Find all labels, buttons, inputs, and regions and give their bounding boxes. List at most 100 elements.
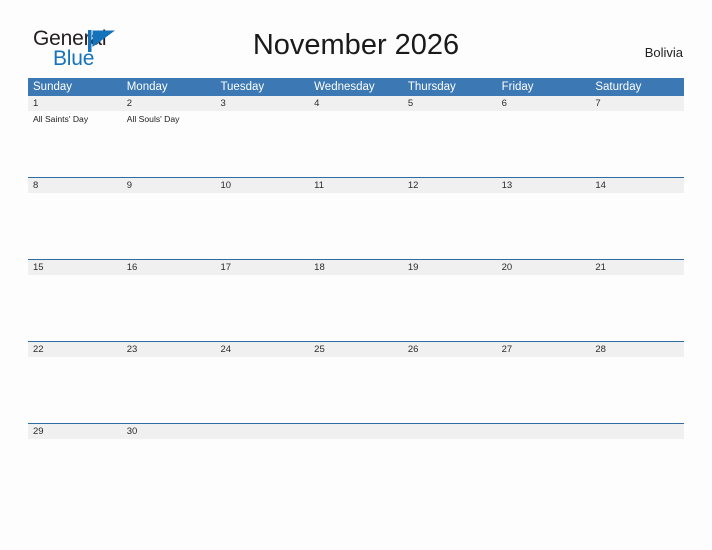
day-number[interactable]: 1 bbox=[28, 96, 122, 111]
page-header: General Blue November 2026 Bolivia bbox=[0, 0, 712, 69]
day-cell[interactable] bbox=[403, 111, 497, 177]
day-cell[interactable] bbox=[122, 357, 216, 423]
day-number[interactable]: 2 bbox=[122, 96, 216, 111]
day-cell[interactable] bbox=[309, 357, 403, 423]
day-number[interactable]: 27 bbox=[497, 342, 591, 357]
week-event-strip: All Saints' Day All Souls' Day bbox=[28, 111, 684, 177]
page-title: November 2026 bbox=[252, 29, 460, 61]
day-number[interactable]: 30 bbox=[122, 424, 216, 439]
day-cell[interactable] bbox=[28, 439, 122, 461]
day-number[interactable]: 6 bbox=[497, 96, 591, 111]
calendar-page: General Blue November 2026 Bolivia Sunda… bbox=[0, 0, 712, 550]
day-number[interactable]: 19 bbox=[403, 260, 497, 275]
day-cell[interactable] bbox=[590, 193, 684, 259]
day-number[interactable]: 3 bbox=[215, 96, 309, 111]
week-date-strip: 29 30 bbox=[28, 423, 684, 439]
weekday-header-saturday: Saturday bbox=[595, 81, 642, 93]
calendar-grid: Sunday Monday Tuesday Wednesday Thursday Frid… bbox=[28, 78, 684, 461]
day-cell[interactable] bbox=[309, 111, 403, 177]
day-number[interactable]: 13 bbox=[497, 178, 591, 193]
day-number[interactable]: 16 bbox=[122, 260, 216, 275]
day-cell[interactable] bbox=[403, 439, 497, 461]
weekday-header-sunday: Sunday bbox=[33, 81, 73, 93]
day-number[interactable]: 7 bbox=[590, 96, 684, 111]
day-number-empty bbox=[309, 424, 403, 439]
day-cell[interactable] bbox=[122, 193, 216, 259]
calendar-weeks: 1 2 3 4 5 6 7 All Saints' Day All Souls' Day 8 9 10… bbox=[28, 96, 684, 461]
day-number[interactable]: 17 bbox=[215, 260, 309, 275]
weekday-header-thursday: Thursday bbox=[407, 81, 456, 93]
weekday-header-tuesday: Tuesday bbox=[220, 81, 265, 93]
calendar-week-row: 8 9 10 11 12 13 14 bbox=[28, 177, 684, 259]
region-label: Bolivia bbox=[644, 45, 683, 60]
day-number[interactable]: 23 bbox=[122, 342, 216, 357]
day-number[interactable]: 14 bbox=[590, 178, 684, 193]
day-number[interactable]: 21 bbox=[590, 260, 684, 275]
day-cell[interactable] bbox=[497, 439, 591, 461]
calendar-week-row: 29 30 bbox=[28, 423, 684, 461]
week-event-strip bbox=[28, 357, 684, 423]
day-number[interactable]: 24 bbox=[215, 342, 309, 357]
day-number[interactable]: 4 bbox=[309, 96, 403, 111]
day-number[interactable]: 15 bbox=[28, 260, 122, 275]
week-event-strip bbox=[28, 193, 684, 259]
week-date-strip: 8 9 10 11 12 13 14 bbox=[28, 177, 684, 193]
calendar-week-row: 15 16 17 18 19 20 21 bbox=[28, 259, 684, 341]
week-event-strip bbox=[28, 275, 684, 341]
day-cell[interactable]: All Souls' Day bbox=[122, 111, 216, 177]
day-number[interactable]: 12 bbox=[403, 178, 497, 193]
day-number[interactable]: 10 bbox=[215, 178, 309, 193]
day-cell[interactable] bbox=[590, 111, 684, 177]
day-cell[interactable] bbox=[403, 193, 497, 259]
day-cell[interactable] bbox=[28, 193, 122, 259]
day-cell[interactable] bbox=[122, 439, 216, 461]
holiday-label: All Saints' Day bbox=[33, 114, 89, 124]
day-cell[interactable] bbox=[215, 111, 309, 177]
day-cell[interactable]: All Saints' Day bbox=[28, 111, 122, 177]
day-number[interactable]: 25 bbox=[309, 342, 403, 357]
day-cell[interactable] bbox=[28, 357, 122, 423]
day-cell[interactable] bbox=[215, 275, 309, 341]
day-cell[interactable] bbox=[590, 439, 684, 461]
day-number[interactable]: 9 bbox=[122, 178, 216, 193]
weekday-header-monday: Monday bbox=[126, 81, 168, 93]
day-cell[interactable] bbox=[215, 439, 309, 461]
day-cell[interactable] bbox=[497, 111, 591, 177]
day-number[interactable]: 20 bbox=[497, 260, 591, 275]
day-cell[interactable] bbox=[497, 357, 591, 423]
day-number-empty bbox=[215, 424, 309, 439]
day-cell[interactable] bbox=[28, 275, 122, 341]
day-number[interactable]: 29 bbox=[28, 424, 122, 439]
day-cell[interactable] bbox=[122, 275, 216, 341]
day-number-empty bbox=[403, 424, 497, 439]
weekday-header-row: Sunday Monday Tuesday Wednesday Thursday Frid… bbox=[28, 78, 684, 96]
calendar-week-row: 1 2 3 4 5 6 7 All Saints' Day All Souls' Day bbox=[28, 96, 684, 177]
day-cell[interactable] bbox=[309, 275, 403, 341]
day-cell[interactable] bbox=[497, 193, 591, 259]
calendar-week-row: 22 23 24 25 26 27 28 bbox=[28, 341, 684, 423]
day-cell[interactable] bbox=[590, 357, 684, 423]
day-number[interactable]: 5 bbox=[403, 96, 497, 111]
day-number[interactable]: 22 bbox=[28, 342, 122, 357]
day-number-empty bbox=[590, 424, 684, 439]
day-cell[interactable] bbox=[590, 275, 684, 341]
day-cell[interactable] bbox=[403, 275, 497, 341]
weekday-header-wednesday: Wednesday bbox=[314, 81, 375, 93]
week-date-strip: 15 16 17 18 19 20 21 bbox=[28, 259, 684, 275]
day-number[interactable]: 8 bbox=[28, 178, 122, 193]
day-cell[interactable] bbox=[497, 275, 591, 341]
week-date-strip: 22 23 24 25 26 27 28 bbox=[28, 341, 684, 357]
day-cell[interactable] bbox=[215, 193, 309, 259]
day-number[interactable]: 11 bbox=[309, 178, 403, 193]
day-number-empty bbox=[497, 424, 591, 439]
week-event-strip bbox=[28, 439, 684, 461]
weekday-header-friday: Friday bbox=[501, 81, 534, 93]
day-number[interactable]: 28 bbox=[590, 342, 684, 357]
day-cell[interactable] bbox=[309, 193, 403, 259]
day-cell[interactable] bbox=[215, 357, 309, 423]
day-number[interactable]: 26 bbox=[403, 342, 497, 357]
day-number[interactable]: 18 bbox=[309, 260, 403, 275]
day-cell[interactable] bbox=[309, 439, 403, 461]
day-cell[interactable] bbox=[403, 357, 497, 423]
holiday-label: All Souls' Day bbox=[126, 114, 180, 124]
